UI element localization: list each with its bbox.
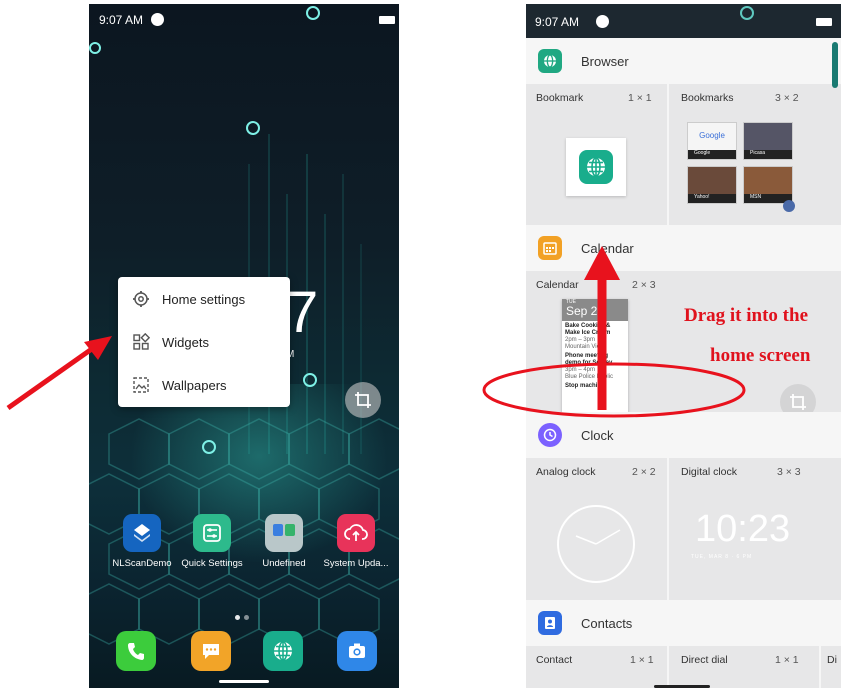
widget-label: Di — [827, 654, 837, 666]
notification-icon — [596, 15, 609, 28]
decor-ring — [202, 440, 216, 454]
browser-section-icon — [538, 49, 562, 73]
messages-app-icon[interactable] — [191, 631, 231, 671]
annotation-text-line1: Drag it into the — [684, 305, 809, 326]
message-icon — [203, 644, 219, 659]
menu-label: Home settings — [162, 291, 246, 307]
digital-clock-time: 10:23 — [695, 508, 791, 550]
widget-label: Direct dial — [681, 654, 728, 666]
widget-digital-clock[interactable]: Digital clock 3 × 3 10:23 TUE, MAR 8 · 6… — [669, 458, 841, 600]
cloud-upload-icon — [337, 514, 375, 552]
annotation-overlay — [482, 246, 746, 418]
page-indicator — [235, 607, 253, 625]
crop-icon — [355, 392, 371, 408]
app-label: NLScanDemo — [112, 558, 172, 569]
clock-section-icon — [538, 423, 562, 447]
widget-size: 3 × 2 — [775, 92, 799, 104]
analog-clock-preview — [557, 505, 635, 583]
quick-settings-icon — [193, 514, 231, 552]
home-screen: 9:07 AM 7 M Home settings Widgets Wallpa… — [89, 4, 399, 688]
bookmark-preview — [566, 138, 626, 196]
widget-label: Bookmark — [536, 92, 584, 104]
widget-label: Contact — [536, 654, 573, 666]
scrollbar-thumb[interactable] — [832, 42, 838, 88]
app-label: System Upda... — [323, 558, 389, 569]
globe-icon — [274, 641, 292, 661]
bookmarks-preview: Google Google Picasa Yahoo! MSN — [687, 122, 795, 212]
gesture-bar — [219, 680, 269, 683]
notification-icon — [151, 13, 164, 26]
section-browser: Browser — [526, 38, 841, 84]
phone-icon — [128, 643, 144, 660]
annotation-arrow-left — [6, 336, 112, 411]
home-popup-menu: Home settings Widgets Wallpapers — [118, 277, 290, 407]
decor-ring — [740, 6, 754, 20]
status-time: 9:07 AM — [99, 13, 144, 27]
drag-arrow-head — [584, 246, 620, 280]
decor-ring — [246, 121, 260, 135]
menu-item-widgets[interactable]: Widgets — [118, 322, 290, 362]
bookmark-tile: Google Google — [687, 122, 737, 160]
app-folder-undefined[interactable]: Undefined — [247, 514, 321, 569]
camera-icon — [349, 643, 365, 658]
clock-digit: 7 — [286, 280, 319, 345]
contacts-section-icon — [538, 611, 562, 635]
folder-icon — [265, 514, 303, 552]
widget-label: Bookmarks — [681, 92, 734, 104]
crop-icon — [790, 394, 806, 410]
battery-icon — [379, 16, 395, 24]
section-contacts: Contacts — [526, 600, 841, 646]
menu-label: Wallpapers — [162, 377, 227, 393]
battery-icon — [816, 18, 832, 26]
menu-item-wallpapers[interactable]: Wallpapers — [118, 365, 290, 405]
widget-label: Analog clock — [536, 466, 596, 478]
bookmark-tile: MSN — [743, 166, 793, 204]
camera-app-icon[interactable] — [337, 631, 377, 671]
nlscan-icon — [123, 514, 161, 552]
decor-ring — [303, 373, 317, 387]
highlight-ellipse — [482, 362, 746, 418]
widget-size: 1 × 1 — [628, 92, 652, 104]
section-title: Browser — [581, 53, 629, 69]
wallpaper-icon — [133, 377, 149, 393]
app-nlscandemo[interactable]: NLScanDemo — [105, 514, 179, 569]
widgets-icon — [133, 333, 150, 350]
bookmark-tile: Picasa — [743, 122, 793, 160]
widget-direct-partial[interactable]: Di — [821, 646, 841, 688]
status-bar: 9:07 AM — [89, 4, 399, 34]
digital-clock-date: TUE, MAR 8 · 6 PM — [691, 554, 753, 560]
app-quick-settings[interactable]: Quick Settings — [175, 514, 249, 569]
widget-bookmarks[interactable]: Bookmarks 3 × 2 Google Google Picasa Yah… — [669, 84, 841, 226]
phone-app-icon[interactable] — [116, 631, 156, 671]
widget-analog-clock[interactable]: Analog clock 2 × 2 — [526, 458, 666, 600]
annotation-text-line2: home screen — [710, 345, 811, 366]
app-label: Undefined — [262, 558, 306, 569]
widget-size: 1 × 1 — [630, 654, 654, 666]
app-label: Quick Settings — [181, 558, 243, 569]
bookmark-tile: Yahoo! — [687, 166, 737, 204]
status-time: 9:07 AM — [535, 15, 580, 29]
widget-size: 1 × 1 — [775, 654, 799, 666]
section-title: Contacts — [581, 615, 633, 631]
floating-screenshot-button[interactable] — [345, 382, 381, 418]
browser-app-icon[interactable] — [263, 631, 303, 671]
widget-direct-dial[interactable]: Direct dial 1 × 1 — [669, 646, 819, 688]
status-bar: 9:07 AM — [526, 4, 841, 38]
widget-size: 2 × 2 — [632, 466, 656, 478]
gear-icon — [133, 291, 149, 307]
widget-bookmark[interactable]: Bookmark 1 × 1 — [526, 84, 666, 226]
decor-ring — [89, 42, 101, 54]
section-title: Clock — [581, 427, 614, 443]
scroll-dot — [783, 200, 795, 212]
widget-size: 3 × 3 — [777, 466, 801, 478]
globe-icon — [579, 150, 613, 184]
menu-label: Widgets — [162, 334, 209, 350]
app-system-update[interactable]: System Upda... — [319, 514, 393, 569]
menu-item-home-settings[interactable]: Home settings — [118, 279, 290, 319]
widget-label: Digital clock — [681, 466, 738, 478]
widget-contact[interactable]: Contact 1 × 1 — [526, 646, 666, 688]
